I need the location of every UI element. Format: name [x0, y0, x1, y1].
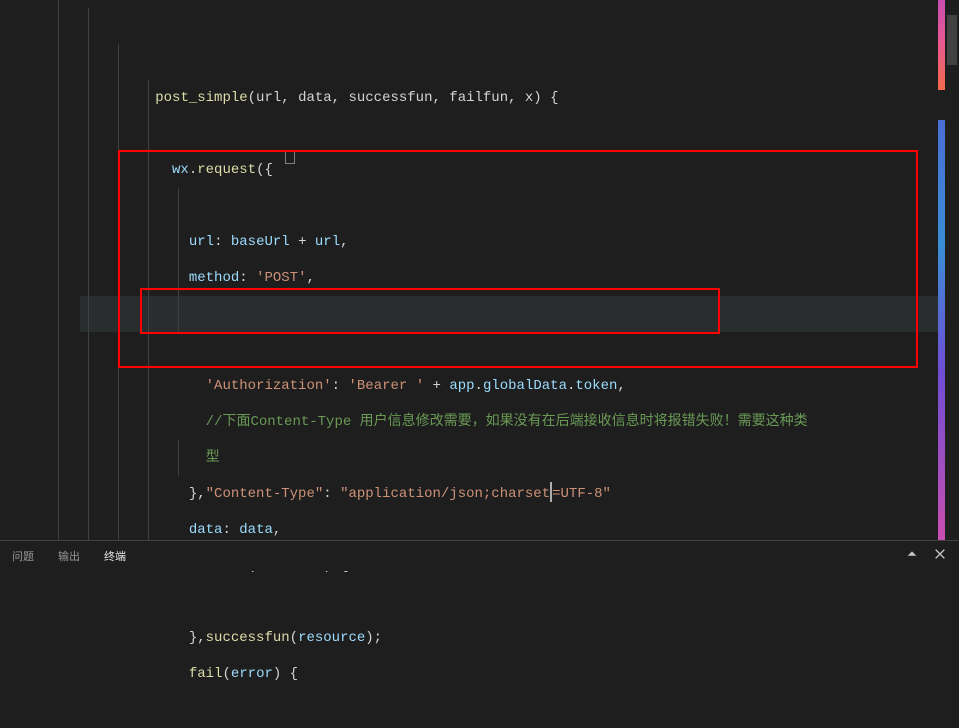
code-line[interactable]: data: data, — [80, 368, 959, 404]
code-line[interactable]: successfun(resource); — [80, 440, 959, 476]
minimap-decoration — [938, 0, 945, 540]
bottom-panel: 问题 输出 终端 — [0, 540, 959, 571]
chevron-up-icon[interactable] — [905, 547, 919, 566]
code-line[interactable]: header: { — [80, 152, 959, 188]
code-line[interactable]: //下面Content-Type 用户信息修改需要，如果没有在后端接收信息时将报… — [80, 224, 959, 260]
code-editor[interactable]: post_simple(url, data, successfun, failf… — [0, 0, 959, 540]
panel-tab-terminal[interactable]: 终端 — [104, 548, 126, 564]
bracket-match-hint — [285, 150, 295, 164]
code-line[interactable]: url: baseUrl + url, — [80, 80, 959, 116]
code-content[interactable]: post_simple(url, data, successfun, failf… — [80, 0, 959, 540]
code-line[interactable]: success(resource) { — [80, 404, 959, 440]
code-line[interactable]: post_simple(url, data, successfun, failf… — [80, 8, 959, 44]
close-icon[interactable] — [933, 547, 947, 566]
code-line[interactable]: wx.request({ — [80, 44, 959, 80]
code-line[interactable]: 'Authorization': 'Bearer ' + app.globalD… — [80, 188, 959, 224]
panel-tab-output[interactable]: 输出 — [58, 548, 80, 564]
panel-tab-problems[interactable]: 问题 — [12, 548, 34, 564]
code-line-current[interactable]: "Content-Type": "application/json;charse… — [80, 296, 959, 332]
scrollbar-thumb[interactable] — [947, 15, 957, 65]
code-line[interactable]: method: 'POST', — [80, 116, 959, 152]
fold-gutter — [50, 0, 80, 540]
code-line[interactable]: 型 — [80, 260, 959, 296]
vertical-scrollbar[interactable] — [945, 0, 959, 540]
code-line[interactable]: }, — [80, 332, 959, 368]
line-number-gutter — [0, 0, 50, 540]
code-line[interactable]: }, — [80, 476, 959, 512]
